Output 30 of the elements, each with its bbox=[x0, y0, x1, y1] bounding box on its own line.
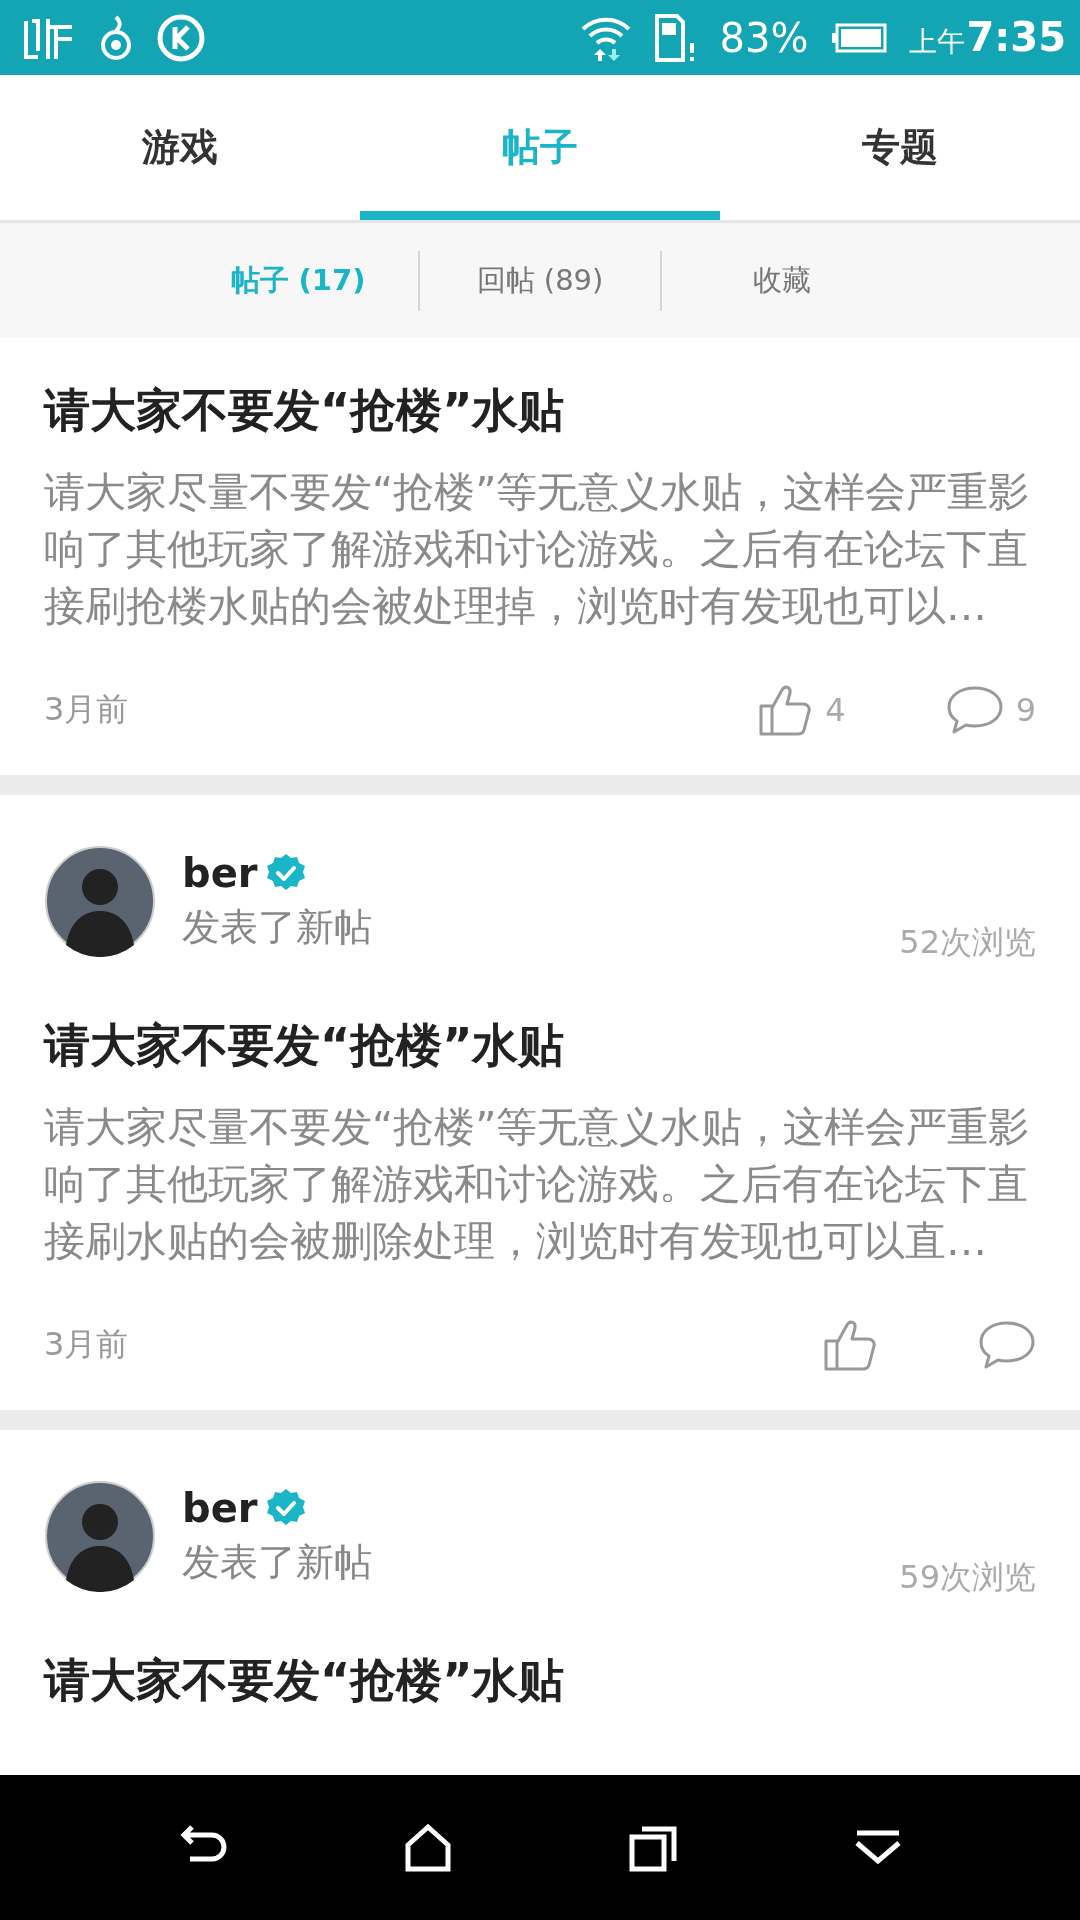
view-count: 59次浏览 bbox=[899, 1557, 1036, 1598]
author-name[interactable]: ber bbox=[182, 1484, 258, 1531]
sub-tab[interactable]: 回帖 (89) bbox=[420, 260, 660, 301]
time-period: 上午 bbox=[908, 24, 965, 60]
avatar-icon[interactable] bbox=[44, 1480, 156, 1592]
comment-icon[interactable] bbox=[978, 1320, 1036, 1370]
top-tab[interactable]: 游戏 bbox=[0, 75, 360, 220]
comment-icon[interactable] bbox=[945, 685, 1004, 735]
post-title[interactable]: 请大家不要发“抢楼”水贴 bbox=[44, 380, 1036, 442]
post-time: 3月前 bbox=[44, 689, 129, 730]
k-circle-icon bbox=[156, 12, 206, 63]
post-action: 发表了新帖 bbox=[182, 903, 372, 951]
post-title[interactable]: 请大家不要发“抢楼”水贴 bbox=[44, 1015, 1036, 1077]
post-excerpt: 请大家尽量不要发“抢楼”等无意义水贴，这样会严重影响了其他玩家了解游戏和讨论游戏。之后有在论坛下直接刷抢楼水贴的会被处理掉，浏览时有发现也可以… bbox=[44, 467, 1031, 632]
battery-icon bbox=[830, 22, 887, 53]
top-tab[interactable]: 专题 bbox=[720, 75, 1080, 220]
comment-count: 9 bbox=[1015, 691, 1036, 729]
verified-badge-icon bbox=[265, 852, 306, 893]
clock-time: 7:35 bbox=[966, 14, 1066, 60]
battery-percent: 83% bbox=[719, 14, 809, 61]
post-title[interactable]: 请大家不要发“抢楼”水贴 bbox=[44, 1650, 1036, 1712]
post-time: 3月前 bbox=[44, 1324, 129, 1365]
view-count: 52次浏览 bbox=[899, 922, 1036, 963]
verified-badge-icon bbox=[265, 1487, 306, 1528]
post-excerpt: 请大家尽量不要发“抢楼”等无意义水贴，这样会严重影响了其他玩家了解游戏和讨论游戏。之后有在论坛下直接刷水贴的会被删除处理，浏览时有发现也可以直… bbox=[44, 1102, 1031, 1267]
like-count: 4 bbox=[825, 691, 846, 729]
author-name[interactable]: ber bbox=[182, 849, 258, 896]
sub-tab[interactable]: 收藏 bbox=[662, 260, 902, 301]
avatar-icon[interactable] bbox=[44, 845, 156, 957]
post-action: 发表了新帖 bbox=[182, 1538, 372, 1586]
